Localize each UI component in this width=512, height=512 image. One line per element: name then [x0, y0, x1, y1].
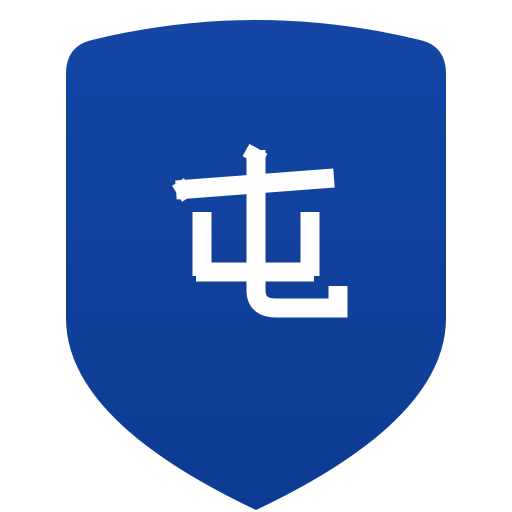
- app-icon: [0, 0, 512, 512]
- shield-icon: [66, 20, 446, 510]
